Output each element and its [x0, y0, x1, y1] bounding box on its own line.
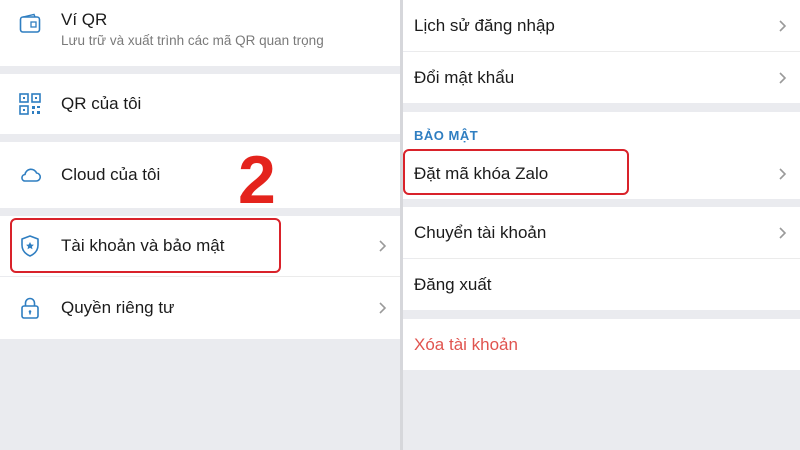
delete-account-label: Xóa tài khoản [414, 334, 518, 354]
login-history-label: Lịch sử đăng nhập [414, 15, 555, 35]
privacy-label: Quyền riêng tư [61, 298, 175, 317]
my-qr-item[interactable]: QR của tôi [0, 74, 400, 134]
highlight-box [403, 149, 629, 195]
settings-screen: Ví QR Lưu trữ và xuất trình các mã QR qu… [0, 0, 800, 450]
login-history-item[interactable]: Lịch sử đăng nhập [403, 0, 800, 51]
vi-qr-item[interactable]: Ví QR Lưu trữ và xuất trình các mã QR qu… [0, 0, 400, 66]
cloud-icon [21, 168, 42, 182]
highlight-box [10, 218, 281, 273]
chevron-right-icon [779, 71, 787, 84]
wallet-icon [19, 13, 41, 33]
lock-icon [21, 297, 39, 319]
step-number: 2 [238, 142, 276, 218]
my-qr-label: QR của tôi [61, 94, 142, 113]
chevron-right-icon [779, 226, 787, 239]
settings-menu-panel: Ví QR Lưu trữ và xuất trình các mã QR qu… [0, 0, 400, 450]
switch-account-item[interactable]: Chuyển tài khoản [403, 207, 800, 258]
switch-account-label: Chuyển tài khoản [414, 222, 547, 242]
chevron-right-icon [379, 302, 387, 314]
my-cloud-label: Cloud của tôi [61, 165, 161, 184]
logout-item[interactable]: Đăng xuất [403, 259, 800, 310]
chevron-right-icon [779, 167, 787, 180]
account-security-panel: Lịch sử đăng nhập Đổi mật khẩu BẢO MẬT Đ… [403, 0, 800, 450]
vi-qr-title: Ví QR [61, 10, 108, 29]
vi-qr-subtitle: Lưu trữ và xuất trình các mã QR quan trọ… [61, 33, 324, 48]
change-password-label: Đổi mật khẩu [414, 67, 515, 87]
my-cloud-item[interactable]: Cloud của tôi [0, 142, 400, 208]
qr-code-icon [19, 93, 41, 115]
chevron-right-icon [379, 240, 387, 252]
security-section-title: BẢO MẬT [414, 128, 479, 143]
privacy-item[interactable]: Quyền riêng tư [0, 277, 400, 339]
delete-account-item[interactable]: Xóa tài khoản [403, 319, 800, 370]
logout-label: Đăng xuất [414, 274, 492, 294]
chevron-right-icon [779, 19, 787, 32]
change-password-item[interactable]: Đổi mật khẩu [403, 52, 800, 103]
